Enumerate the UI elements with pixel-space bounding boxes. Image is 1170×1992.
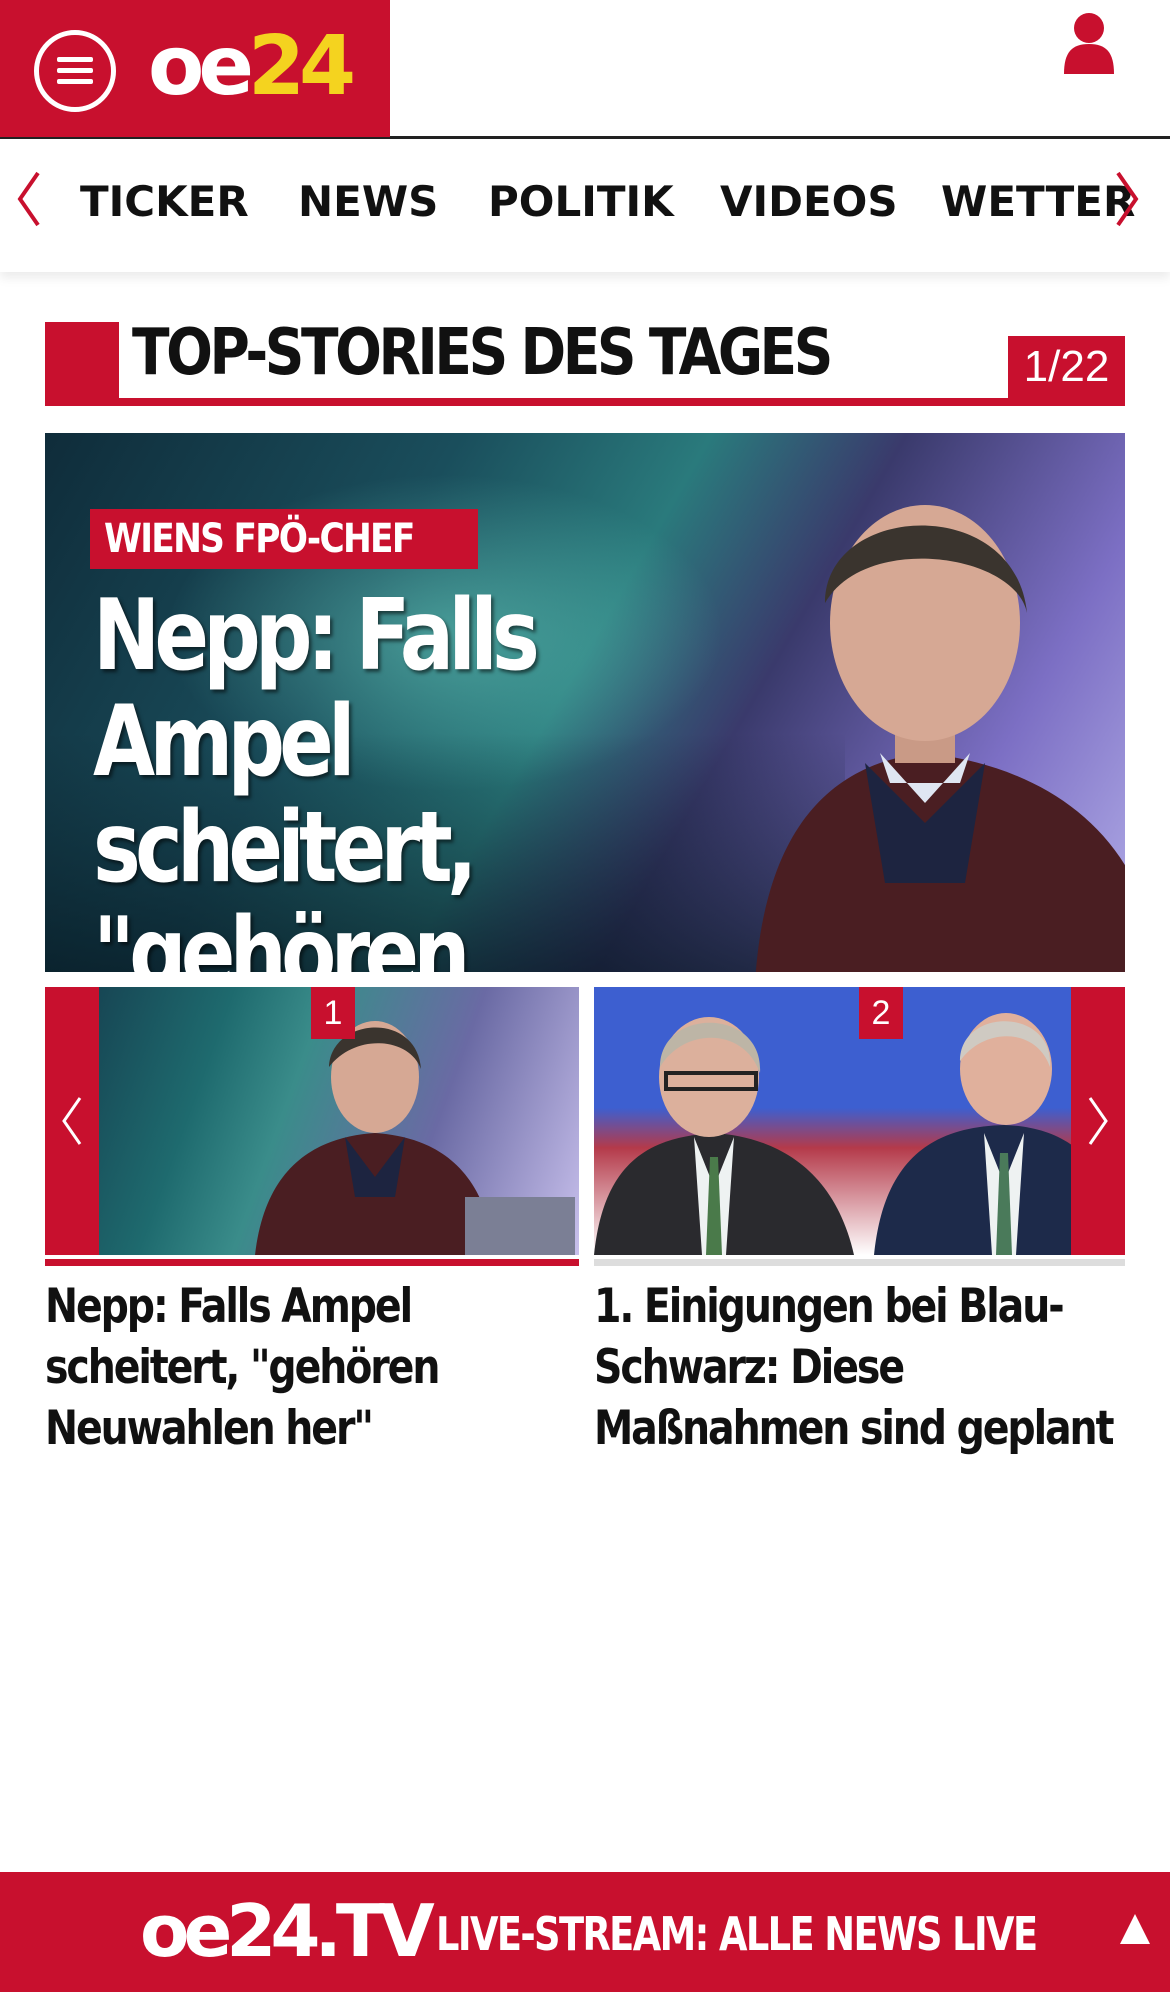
live-stream-label: LIVE-STREAM: ALLE NEWS LIVE <box>436 1907 1038 1961</box>
section-title: TOP-STORIES DES TAGES <box>132 316 833 390</box>
thumbnail-progress-inactive <box>594 1259 1125 1266</box>
nav-item-news[interactable]: NEWS <box>298 177 438 226</box>
carousel-prev-button[interactable] <box>45 987 99 1255</box>
carousel-next-button[interactable] <box>1071 987 1125 1255</box>
main-nav: TICKER NEWS POLITIK VIDEOS WETTER <box>0 139 1170 272</box>
hero-headline[interactable]: Nepp: Falls Ampel scheitert, "gehören Ne… <box>93 583 683 972</box>
chevron-left-icon <box>62 1097 82 1145</box>
chevron-right-icon <box>1088 1097 1108 1145</box>
site-header: oe24 <box>0 0 1170 139</box>
logo-oe: oe <box>148 19 254 114</box>
logo-24: 24 <box>247 19 356 114</box>
slide-counter: 1/22 <box>1008 336 1125 398</box>
thumbnail-badge: 2 <box>859 987 903 1039</box>
site-logo[interactable]: oe24 <box>148 19 356 114</box>
live-stream-bar[interactable]: oe24.TV LIVE-STREAM: ALLE NEWS LIVE <box>0 1872 1170 1992</box>
brand-bar: oe24 <box>0 0 390 137</box>
story-thumbnail-2[interactable]: 2 <box>594 987 1125 1255</box>
hero-story[interactable]: WIENS FPÖ-CHEF Nepp: Falls Ampel scheite… <box>45 433 1125 972</box>
user-account-icon[interactable] <box>1062 12 1116 74</box>
nav-item-politik[interactable]: POLITIK <box>488 177 674 226</box>
nav-scroll-right-icon[interactable] <box>1112 169 1142 229</box>
nav-item-wetter[interactable]: WETTER <box>941 177 1135 226</box>
tv-logo: oe24.TV <box>140 1889 435 1973</box>
section-accent <box>45 322 119 406</box>
thumbnail-progress-active <box>45 1259 579 1266</box>
hamburger-menu-icon[interactable] <box>34 30 116 112</box>
section-underline <box>45 398 1125 406</box>
thumbnail-badge: 1 <box>311 987 355 1039</box>
nav-item-ticker[interactable]: TICKER <box>80 177 249 226</box>
thumbnail-title-1[interactable]: Nepp: Falls Ampel scheitert, "gehören Ne… <box>45 1276 583 1459</box>
thumbnail-person-image <box>255 1021 575 1255</box>
nav-item-videos[interactable]: VIDEOS <box>720 177 898 226</box>
hero-kicker: WIENS FPÖ-CHEF <box>90 509 479 569</box>
story-thumbnail-1[interactable]: 1 <box>45 987 579 1255</box>
hero-person-image <box>755 505 1125 972</box>
triangle-up-icon[interactable] <box>1118 1912 1152 1946</box>
nav-scroll-left-icon[interactable] <box>14 169 44 229</box>
thumbnail-title-2[interactable]: 1. Einigungen bei Blau-Schwarz: Diese Ma… <box>594 1276 1115 1459</box>
